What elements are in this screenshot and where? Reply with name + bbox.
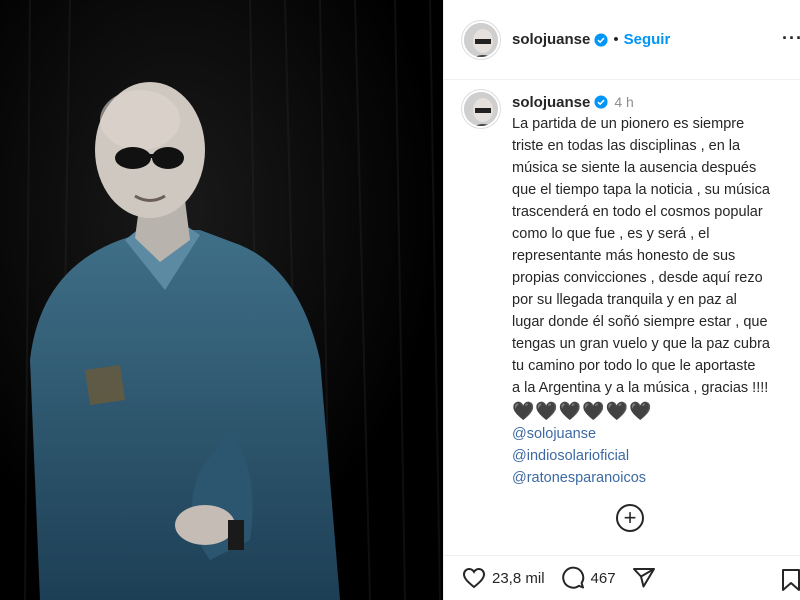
share-icon [632,568,655,588]
comment-icon [561,566,584,589]
black-hearts-emoji: 🖤🖤🖤🖤🖤🖤 [512,401,653,421]
post-sidebar: solojuanse • Seguir ··· solojuanse 4 h La… [443,0,800,600]
post-header: solojuanse • Seguir ··· [444,0,800,80]
follow-button[interactable]: Seguir [624,31,671,48]
heart-icon [462,567,486,589]
share-button[interactable] [632,566,656,590]
comments-count[interactable]: 467 [591,570,616,587]
caption-username[interactable]: solojuanse [512,94,590,111]
caption-avatar[interactable] [462,90,500,128]
caption-header: solojuanse 4 h [512,92,800,113]
separator-dot: • [613,31,619,48]
verified-badge-icon [594,95,608,109]
more-options-icon[interactable]: ··· [782,28,800,49]
avatar[interactable] [462,20,500,59]
caption-body: solojuanse 4 h La partida de un pionero e… [512,92,800,489]
post-actions: 23,8 mil 467 [444,555,800,600]
like-button[interactable]: 23,8 mil [462,566,545,590]
bookmark-icon[interactable] [781,568,800,592]
verified-badge-icon [594,32,608,47]
mention-link[interactable]: @indiosolarioficial [512,445,800,467]
post-image [0,0,443,600]
mention-link[interactable]: @solojuanse [512,423,800,445]
post-timestamp[interactable]: 4 h [614,94,633,110]
add-circle-icon[interactable]: + [616,504,644,532]
mention-link[interactable]: @ratonesparanoicos [512,467,800,489]
username[interactable]: solojuanse [512,31,590,48]
post-photo[interactable] [0,0,443,600]
likes-count[interactable]: 23,8 mil [492,570,545,587]
comment-button[interactable]: 467 [561,566,616,590]
caption-text: La partida de un pionero es siempre tris… [512,116,770,396]
